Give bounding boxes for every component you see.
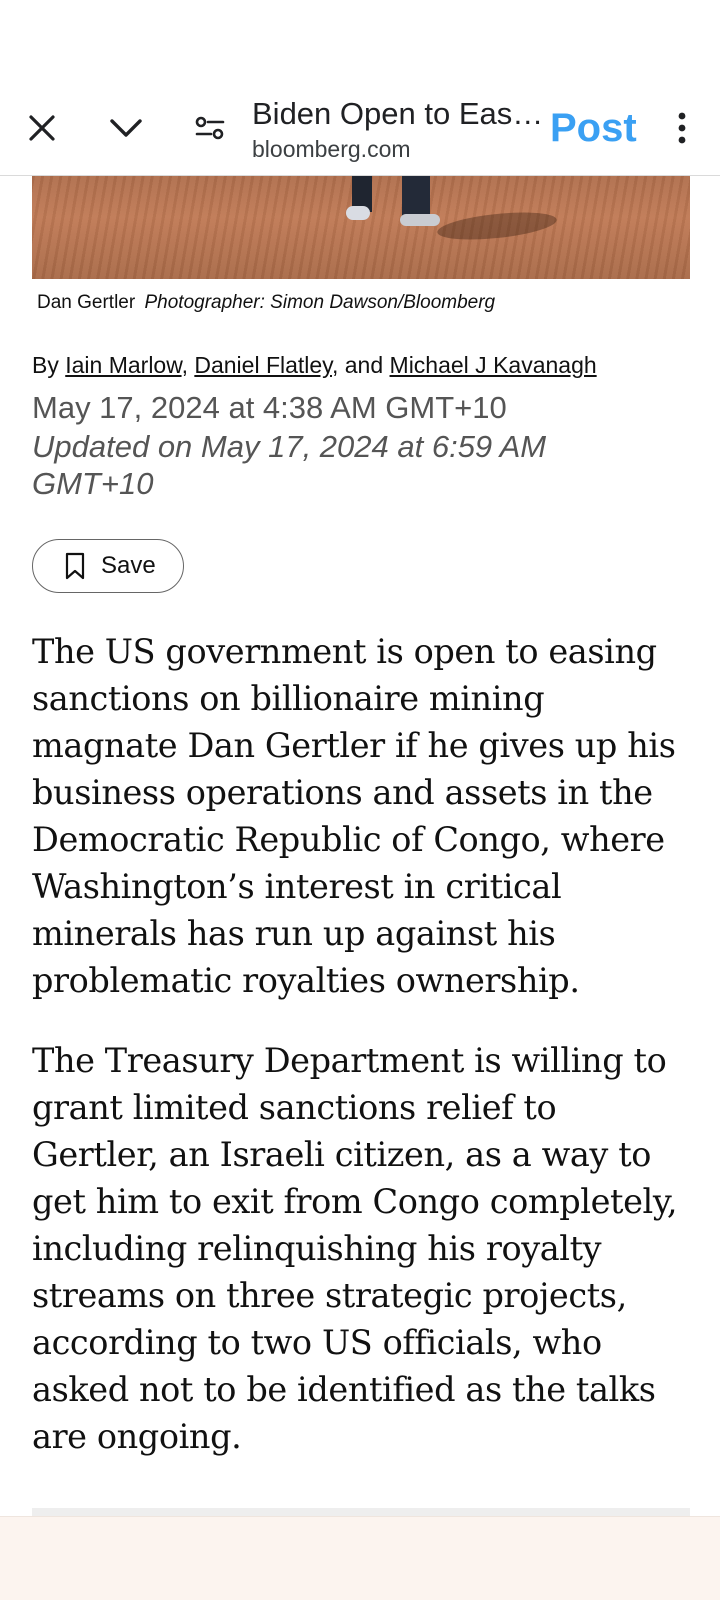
page-domain: bloomberg.com bbox=[252, 136, 411, 162]
status-bar bbox=[0, 0, 720, 80]
tab-title-block[interactable]: Biden Open to Easi... bloomberg.com bbox=[252, 94, 544, 164]
close-icon bbox=[29, 115, 55, 141]
chevron-down-icon bbox=[110, 119, 142, 137]
save-label: Save bbox=[101, 552, 156, 579]
byline-separator: , and bbox=[331, 352, 384, 378]
article-body: The US government is open to easing sanc… bbox=[32, 628, 692, 1493]
close-button[interactable] bbox=[14, 80, 70, 176]
section-divider bbox=[32, 1508, 690, 1516]
page-settings-icon bbox=[195, 116, 225, 140]
byline-prefix: By bbox=[32, 352, 59, 378]
page-title: Biden Open to Easi... bbox=[252, 96, 544, 131]
author-link-2[interactable]: Daniel Flatley bbox=[194, 352, 332, 378]
bookmark-icon bbox=[65, 552, 85, 580]
updated-date: Updated on May 17, 2024 at 6:59 AM GMT+1… bbox=[32, 429, 547, 501]
ad-banner bbox=[0, 1516, 720, 1600]
minimize-button[interactable] bbox=[98, 80, 154, 176]
article-paragraph: The US government is open to easing sanc… bbox=[32, 632, 676, 1000]
article-photo bbox=[32, 176, 690, 279]
save-button[interactable]: Save bbox=[32, 539, 184, 593]
published-date: May 17, 2024 at 4:38 AM GMT+10 bbox=[32, 390, 507, 425]
post-button[interactable]: Post bbox=[550, 100, 637, 156]
caption-subject: Dan Gertler bbox=[37, 292, 136, 313]
article-paragraph: The Treasury Department is willing to gr… bbox=[32, 1041, 678, 1456]
page-settings-button[interactable] bbox=[182, 80, 238, 176]
author-link-1[interactable]: Iain Marlow bbox=[65, 352, 181, 378]
photo-caption: Dan Gertler Photographer: Simon Dawson/B… bbox=[37, 292, 495, 314]
author-link-3[interactable]: Michael J Kavanagh bbox=[390, 352, 597, 378]
photo-credit: Photographer: Simon Dawson/Bloomberg bbox=[144, 292, 496, 313]
more-options-button[interactable] bbox=[662, 80, 702, 176]
byline: By Iain Marlow, Daniel Flatley, and Mich… bbox=[32, 352, 597, 379]
byline-separator: , bbox=[181, 352, 188, 378]
more-vert-icon bbox=[678, 112, 686, 144]
